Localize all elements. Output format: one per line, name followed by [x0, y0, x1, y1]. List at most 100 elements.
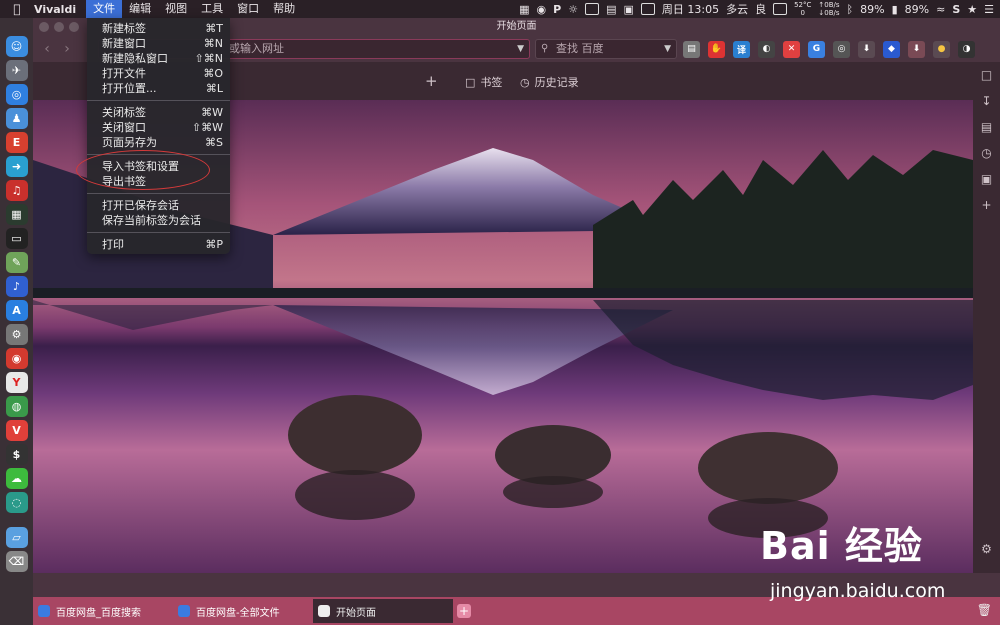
battery-percent-2[interactable]: 89% — [905, 3, 929, 16]
menu-item-close-tab[interactable]: 关闭标签 ⌘W — [87, 105, 230, 120]
menu-item-close-window[interactable]: 关闭窗口 ⇧⌘W — [87, 120, 230, 135]
app-name[interactable]: Vivaldi — [34, 3, 76, 16]
search-engine-dropdown-icon[interactable]: ▼ — [664, 40, 671, 58]
contacts-icon[interactable]: ♟ — [5, 108, 28, 129]
menu-item-open-saved-session[interactable]: 打开已保存会话 — [87, 198, 230, 213]
moon-ext-icon[interactable]: ◑ — [958, 40, 975, 58]
mask-ext-icon[interactable]: ◐ — [758, 40, 775, 58]
shield-ext-icon[interactable]: ✕ — [783, 40, 800, 58]
panel-window-icon[interactable]: ▣ — [980, 172, 994, 187]
display-icon[interactable] — [585, 3, 600, 15]
netease-music-icon[interactable]: ◉ — [5, 348, 28, 369]
menu-item-open-location[interactable]: 打开位置... ⌘L — [87, 81, 230, 96]
tab-baidu-search[interactable]: 百度网盘_百度搜索 — [33, 599, 173, 623]
forward-icon[interactable]: › — [57, 41, 77, 57]
menu-help[interactable]: 帮助 — [266, 0, 302, 18]
close-window-button[interactable] — [39, 22, 49, 32]
bulb-ext-icon[interactable]: ● — [933, 40, 950, 58]
activity-monitor-icon[interactable]: ▦ — [5, 204, 28, 225]
vivaldi-icon[interactable]: V — [5, 420, 28, 441]
tray-icon[interactable]: ▤ — [606, 3, 616, 16]
trash-dock-icon[interactable]: ⌫ — [5, 551, 28, 572]
tab-start-page[interactable]: 开始页面 — [313, 599, 453, 623]
battery-icon[interactable]: ▮ — [892, 3, 898, 16]
panel-notes-icon[interactable]: ▤ — [980, 120, 994, 135]
weather-text[interactable]: 多云 — [726, 1, 748, 17]
add-speed-dial-icon[interactable]: + — [425, 72, 438, 90]
terminal-icon[interactable]: ▭ — [5, 228, 28, 249]
app-red-icon[interactable]: E — [5, 132, 28, 153]
grid-icon[interactable]: ▦ — [519, 3, 529, 16]
menu-view[interactable]: 视图 — [158, 0, 194, 18]
watermark-brand: Bai 经验 — [760, 524, 923, 568]
yandex-icon[interactable]: Y — [5, 372, 28, 393]
siri-icon[interactable]: ♪ — [5, 276, 28, 297]
app-teal-icon[interactable]: ◌ — [5, 492, 28, 513]
new-tab-button[interactable]: + — [457, 604, 471, 618]
drop-icon[interactable]: ◉ — [537, 3, 547, 16]
star-icon[interactable]: ★ — [967, 3, 977, 16]
battery-percent-1[interactable]: 89% — [860, 3, 884, 16]
apple-icon[interactable]:  — [0, 2, 34, 16]
menu-item-save-page-as[interactable]: 页面另存为 ⌘S — [87, 135, 230, 150]
list-icon[interactable]: ☰ — [984, 3, 994, 16]
wechat-dock-icon[interactable]: ☁ — [5, 468, 28, 489]
panel-bookmarks-icon[interactable]: □ — [980, 68, 994, 83]
menu-item-print[interactable]: 打印 ⌘P — [87, 237, 230, 252]
p-icon[interactable]: P — [553, 3, 561, 16]
google-translate-ext-icon[interactable]: G — [808, 40, 825, 58]
lens-ext-icon[interactable]: ◎ — [833, 40, 850, 58]
adblock-ext-icon[interactable]: ✋ — [708, 40, 725, 58]
safari-icon[interactable]: ◎ — [5, 84, 28, 105]
menu-item-new-private-window[interactable]: 新建隐私窗口 ⇧⌘N — [87, 51, 230, 66]
translate-ext-icon[interactable]: 译 — [733, 40, 750, 58]
arrow-ext-icon[interactable]: ⬇ — [908, 40, 925, 58]
menu-file[interactable]: 文件 — [86, 0, 123, 18]
monitor-icon[interactable] — [640, 3, 655, 15]
wechat-icon[interactable]: ☼ — [568, 3, 578, 16]
url-dropdown-icon[interactable]: ▼ — [517, 40, 524, 58]
tab-baidu-pan[interactable]: 百度网盘-全部文件 — [173, 599, 313, 623]
arrow-app-icon[interactable]: ➜ — [5, 156, 28, 177]
back-icon[interactable]: ‹ — [37, 41, 57, 57]
console-icon[interactable]: $ — [5, 444, 28, 465]
chrome-icon[interactable]: ◍ — [5, 396, 28, 417]
bluetooth-icon[interactable]: ᛒ — [847, 3, 854, 16]
screen-icon[interactable] — [773, 3, 788, 15]
air-quality[interactable]: 良 — [755, 1, 766, 17]
temperature[interactable]: 52°C 0 — [794, 1, 811, 17]
zoom-window-button[interactable] — [69, 22, 79, 32]
annotation-circle — [76, 150, 210, 190]
menu-tools[interactable]: 工具 — [194, 0, 230, 18]
panel-downloads-icon[interactable]: ↧ — [980, 94, 994, 109]
trash-icon[interactable]: 🗑 — [977, 603, 992, 617]
menu-item-save-tabs-as-session[interactable]: 保存当前标签为会话 — [87, 213, 230, 228]
folder-icon[interactable]: ▱ — [5, 527, 28, 548]
reader-ext-icon[interactable]: ▤ — [683, 40, 700, 58]
menu-edit[interactable]: 编辑 — [122, 0, 158, 18]
panel-add-icon[interactable]: + — [980, 198, 994, 213]
blue-ext-icon[interactable]: ◆ — [883, 40, 900, 58]
wifi-icon[interactable]: ≈ — [936, 3, 945, 16]
history-tab[interactable]: ◷ 历史记录 — [520, 74, 579, 90]
clock-datetime[interactable]: 周日 13:05 — [662, 1, 719, 17]
search-input[interactable]: ⚲ 查找 百度 ▼ — [535, 39, 677, 59]
menu-item-new-window[interactable]: 新建窗口 ⌘N — [87, 36, 230, 51]
window-icon[interactable]: ▣ — [623, 3, 633, 16]
bookmarks-tab[interactable]: □ 书签 — [465, 74, 502, 90]
status-area: ▦ ◉ P ☼ ▤ ▣ 周日 13:05 多云 良 52°C 0 ↑0B/s ↓0B… — [519, 0, 994, 18]
app-store-icon[interactable]: A — [5, 300, 28, 321]
network-speed[interactable]: ↑0B/s ↓0B/s — [818, 1, 839, 17]
system-prefs-icon[interactable]: ⚙ — [5, 324, 28, 345]
finder-icon[interactable]: ☺ — [5, 36, 28, 57]
menu-item-new-tab[interactable]: 新建标签 ⌘T — [87, 21, 230, 36]
launchpad-icon[interactable]: ✈ — [5, 60, 28, 81]
s-icon[interactable]: S — [952, 3, 960, 16]
preview-icon[interactable]: ✎ — [5, 252, 28, 273]
music-app-icon[interactable]: ♫ — [5, 180, 28, 201]
menu-item-open-file[interactable]: 打开文件 ⌘O — [87, 66, 230, 81]
menu-window[interactable]: 窗口 — [230, 0, 266, 18]
minimize-window-button[interactable] — [54, 22, 64, 32]
panel-history-icon[interactable]: ◷ — [980, 146, 994, 161]
download-ext-icon[interactable]: ⬇ — [858, 40, 875, 58]
